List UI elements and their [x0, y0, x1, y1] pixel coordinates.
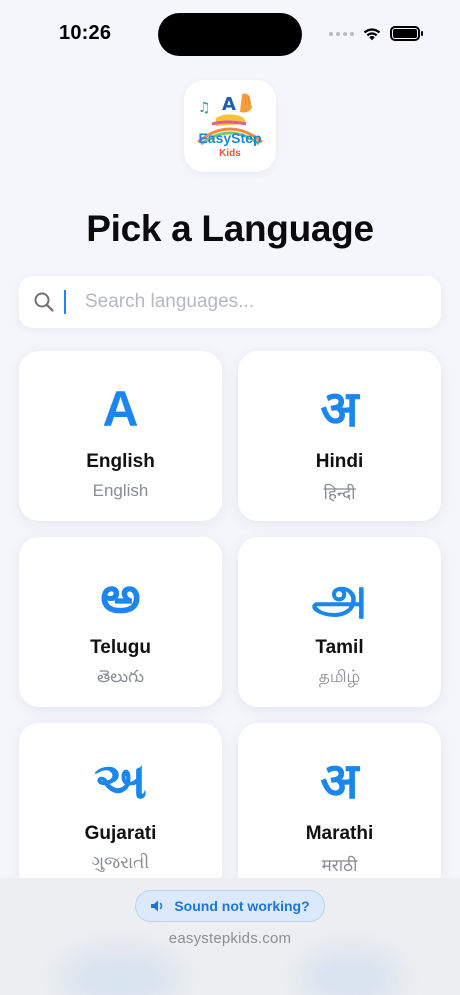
speaker-icon [151, 900, 163, 912]
app-logo: ♫ A EasyStep Kids [184, 80, 276, 172]
language-glyph: अ [320, 380, 359, 438]
wifi-icon [363, 28, 381, 41]
language-card-marathi[interactable]: अ Marathi मराठी [238, 723, 441, 893]
language-native-name: English [92, 481, 149, 500]
easystep-kids-logo-icon: ♫ A EasyStep Kids [197, 93, 263, 159]
language-native-name: தமிழ் [318, 667, 361, 687]
language-native-name: हिन्दी [323, 484, 356, 504]
svg-text:Kids: Kids [219, 148, 241, 159]
language-glyph: अ [320, 752, 359, 810]
language-card-telugu[interactable]: అ Telugu తెలుగు [19, 537, 222, 707]
language-name: Tamil [315, 637, 364, 658]
language-name: English [86, 451, 155, 472]
language-glyph: A [102, 381, 139, 437]
status-time: 10:26 [59, 22, 112, 44]
battery-icon [390, 26, 423, 41]
language-name: Telugu [90, 637, 151, 658]
search-icon [34, 292, 54, 312]
status-bar: 10:26 [0, 0, 460, 70]
language-native-name: తెలుగు [97, 667, 144, 687]
language-name: Marathi [305, 823, 374, 844]
cellular-signal-icon [329, 31, 354, 36]
language-card-tamil[interactable]: அ Tamil தமிழ் [238, 537, 441, 707]
language-native-name: ગુજરાતી [91, 853, 150, 873]
footer-decoration [300, 948, 400, 995]
language-picker-screen: 10:26 ♫ A EasyStep Kids Pick a Language … [0, 0, 460, 995]
language-glyph: અ [94, 752, 147, 810]
language-glyph: அ [311, 566, 368, 624]
svg-text:EasyStep: EasyStep [198, 130, 261, 146]
language-card-gujarati[interactable]: અ Gujarati ગુજરાતી [19, 723, 222, 893]
text-cursor [64, 290, 66, 314]
search-bar[interactable] [19, 276, 441, 328]
svg-text:A: A [222, 94, 236, 115]
footer-decoration [60, 948, 180, 995]
svg-text:♫: ♫ [198, 100, 211, 116]
status-indicators [329, 26, 423, 41]
footer-bar: Sound not working? easystepkids.com [0, 878, 460, 995]
language-card-english[interactable]: A English English [19, 351, 222, 521]
dynamic-island [158, 13, 302, 56]
footer-website[interactable]: easystepkids.com [0, 930, 460, 947]
sound-help-label: Sound not working? [174, 898, 310, 914]
language-card-hindi[interactable]: अ Hindi हिन्दी [238, 351, 441, 521]
sound-help-button[interactable]: Sound not working? [135, 890, 325, 922]
language-glyph: అ [100, 566, 141, 624]
language-native-name: मराठी [321, 856, 358, 876]
search-input[interactable] [85, 289, 425, 315]
page-title: Pick a Language [86, 208, 374, 249]
language-name: Gujarati [84, 823, 157, 844]
language-name: Hindi [315, 451, 364, 472]
battery-level-fill [393, 29, 417, 38]
